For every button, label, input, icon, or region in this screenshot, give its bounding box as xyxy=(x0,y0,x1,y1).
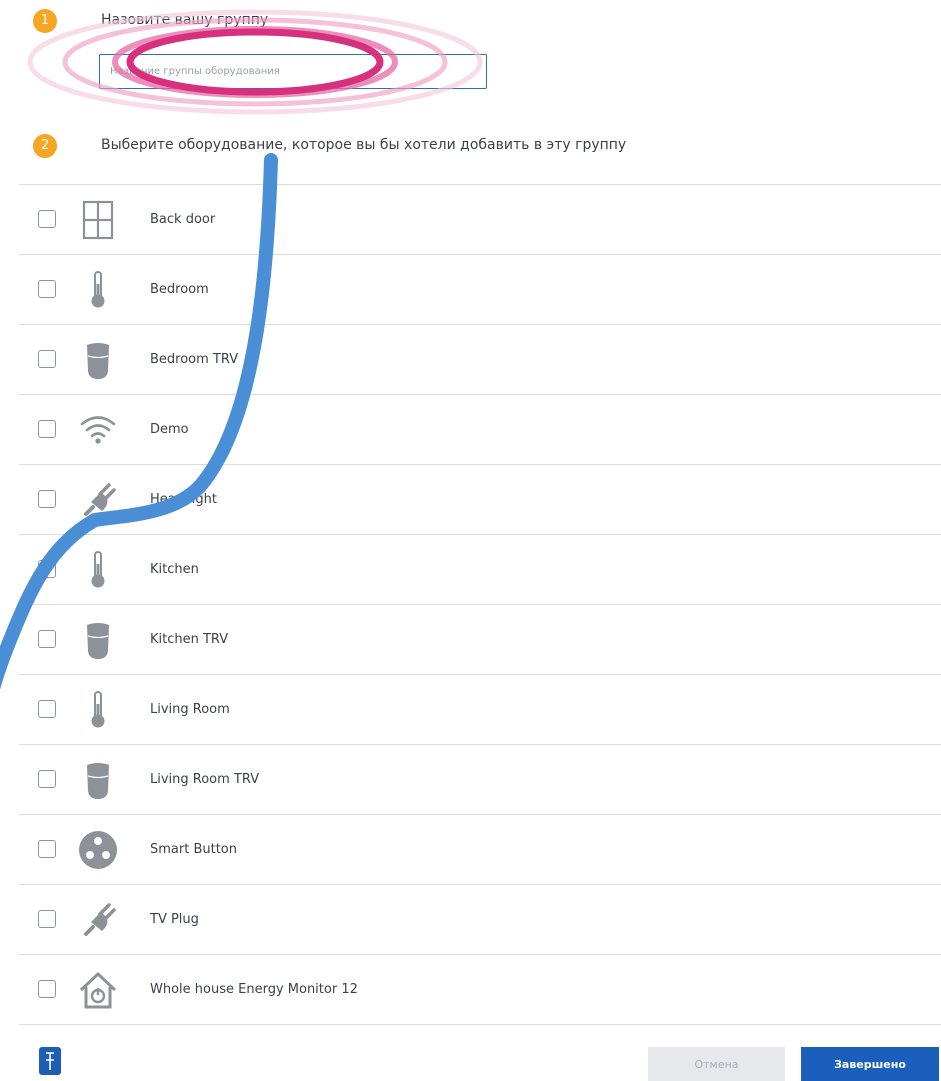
device-label: Living Room TRV xyxy=(150,772,260,787)
trv-icon xyxy=(78,760,118,800)
pin-button[interactable] xyxy=(39,1047,61,1075)
trv-icon xyxy=(78,340,118,380)
smart-button-icon xyxy=(78,830,118,870)
device-label: Smart Button xyxy=(150,842,238,857)
device-checkbox[interactable] xyxy=(38,490,56,508)
device-row[interactable]: Living Room xyxy=(19,675,941,745)
window-icon xyxy=(78,200,118,240)
step-2-title: Выберите оборудование, которое вы бы хот… xyxy=(101,137,627,153)
cancel-button[interactable]: Отмена xyxy=(648,1047,785,1081)
device-label: Head light xyxy=(150,492,217,507)
device-label: Kitchen xyxy=(150,562,199,577)
device-label: Demo xyxy=(150,422,189,437)
energy-monitor-icon xyxy=(78,970,118,1010)
device-checkbox[interactable] xyxy=(38,980,56,998)
device-label: Bedroom TRV xyxy=(150,352,239,367)
device-checkbox[interactable] xyxy=(38,700,56,718)
thermometer-icon xyxy=(78,550,118,590)
device-label: Whole house Energy Monitor 12 xyxy=(150,982,358,997)
device-checkbox[interactable] xyxy=(38,350,56,368)
device-row[interactable]: Living Room TRV xyxy=(19,745,941,815)
step-1-badge: 1 xyxy=(33,9,57,33)
device-checkbox[interactable] xyxy=(38,210,56,228)
device-row[interactable]: Whole house Energy Monitor 12 xyxy=(19,955,941,1025)
done-button[interactable]: Завершено xyxy=(801,1047,939,1081)
device-checkbox[interactable] xyxy=(38,770,56,788)
thermometer-icon xyxy=(78,270,118,310)
device-row[interactable]: Smart Button xyxy=(19,815,941,885)
device-label: TV Plug xyxy=(150,912,199,927)
group-name-input[interactable] xyxy=(99,54,487,89)
device-checkbox[interactable] xyxy=(38,280,56,298)
device-label: Bedroom xyxy=(150,282,209,297)
device-row[interactable]: Kitchen xyxy=(19,535,941,605)
step-1-title: Назовите вашу группу xyxy=(101,12,269,28)
step-2-badge: 2 xyxy=(33,134,57,158)
device-checkbox[interactable] xyxy=(38,630,56,648)
device-label: Back door xyxy=(150,212,216,227)
device-checkbox[interactable] xyxy=(38,910,56,928)
device-row[interactable]: Head light xyxy=(19,465,941,535)
wifi-icon xyxy=(78,410,118,450)
trv-icon xyxy=(78,620,118,660)
device-checkbox[interactable] xyxy=(38,420,56,438)
device-list: Back door Bedroom Bedroom TRV Demo Head ligh… xyxy=(19,184,941,1025)
device-label: Living Room xyxy=(150,702,230,717)
device-row[interactable]: Bedroom xyxy=(19,255,941,325)
plug-icon xyxy=(78,480,118,520)
device-label: Kitchen TRV xyxy=(150,632,229,647)
device-row[interactable]: Back door xyxy=(19,185,941,255)
device-row[interactable]: Demo xyxy=(19,395,941,465)
device-checkbox[interactable] xyxy=(38,560,56,578)
device-row[interactable]: Bedroom TRV xyxy=(19,325,941,395)
pin-icon xyxy=(46,1052,54,1070)
thermometer-icon xyxy=(78,690,118,730)
device-row[interactable]: Kitchen TRV xyxy=(19,605,941,675)
device-checkbox[interactable] xyxy=(38,840,56,858)
device-row[interactable]: TV Plug xyxy=(19,885,941,955)
plug-icon xyxy=(78,900,118,940)
